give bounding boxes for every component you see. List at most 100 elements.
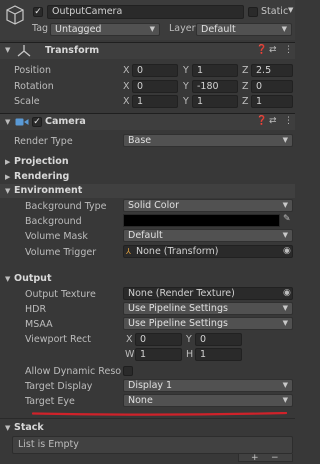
foldout-arrow-icon[interactable]: ▼ bbox=[5, 275, 10, 283]
rotation-label: Rotation bbox=[14, 81, 54, 92]
allow-dynamic-resolution-checkbox[interactable] bbox=[123, 366, 133, 376]
volume-mask-value: Default bbox=[128, 230, 163, 241]
viewport-x-label: X bbox=[126, 334, 133, 345]
position-y-field[interactable]: 1 bbox=[192, 64, 238, 77]
viewport-w-label: W bbox=[125, 349, 135, 360]
camera-enabled-checkbox[interactable]: ✓ bbox=[32, 117, 42, 127]
object-picker-icon[interactable]: ◉ bbox=[283, 288, 291, 298]
axis-y-label: Y bbox=[183, 81, 189, 92]
annotation-underline bbox=[31, 408, 288, 416]
stack-divider bbox=[0, 418, 295, 419]
position-z-field[interactable]: 2.5 bbox=[251, 64, 293, 77]
object-name-field[interactable]: OutputCamera bbox=[47, 5, 244, 19]
help-icon[interactable]: ❓ bbox=[256, 45, 267, 55]
output-foldout[interactable]: Output bbox=[14, 273, 52, 285]
viewport-y-field[interactable]: 0 bbox=[195, 333, 242, 346]
stack-footer bbox=[238, 454, 293, 462]
background-color-swatch[interactable] bbox=[123, 214, 280, 227]
msaa-dropdown[interactable]: Use Pipeline Settings ▼ bbox=[123, 317, 293, 330]
render-type-dropdown[interactable]: Base ▼ bbox=[123, 134, 293, 147]
stack-empty-text: List is Empty bbox=[18, 439, 79, 450]
object-picker-icon[interactable]: ◉ bbox=[283, 246, 291, 256]
hdr-dropdown[interactable]: Use Pipeline Settings ▼ bbox=[123, 302, 293, 315]
viewport-x-field[interactable]: 0 bbox=[135, 333, 182, 346]
volume-trigger-label: Volume Trigger bbox=[25, 247, 97, 258]
camera-title: Camera bbox=[45, 116, 86, 127]
chevron-down-icon: ▼ bbox=[282, 231, 288, 239]
layer-label: Layer bbox=[169, 23, 196, 34]
presets-icon[interactable]: ⇄ bbox=[269, 45, 277, 55]
output-texture-field[interactable]: None (Render Texture) bbox=[123, 287, 293, 300]
msaa-value: Use Pipeline Settings bbox=[128, 318, 228, 329]
kebab-menu-icon[interactable]: ⋮ bbox=[284, 116, 293, 126]
hdr-value: Use Pipeline Settings bbox=[128, 303, 228, 314]
foldout-arrow-icon[interactable]: ▼ bbox=[5, 187, 10, 195]
chevron-down-icon: ▼ bbox=[149, 25, 155, 33]
chevron-down-icon: ▼ bbox=[282, 201, 288, 209]
chevron-right-icon[interactable]: ▶ bbox=[5, 158, 10, 166]
axis-y-label: Y bbox=[183, 65, 189, 76]
eyedropper-icon[interactable]: ✎ bbox=[283, 214, 291, 224]
cube-icon bbox=[4, 4, 26, 26]
axis-x-label: X bbox=[123, 96, 130, 107]
rendering-foldout[interactable]: Rendering bbox=[14, 171, 69, 183]
kebab-menu-icon[interactable]: ⋮ bbox=[284, 45, 293, 55]
layer-dropdown[interactable]: Default ▼ bbox=[196, 23, 292, 36]
tag-dropdown[interactable]: Untagged ▼ bbox=[50, 23, 160, 36]
axis-y-label: Y bbox=[183, 96, 189, 107]
viewport-h-label: H bbox=[186, 349, 194, 360]
target-display-label: Target Display bbox=[25, 381, 93, 392]
axis-z-label: Z bbox=[242, 96, 249, 107]
remove-item-button[interactable]: − bbox=[271, 452, 279, 464]
background-label: Background bbox=[25, 216, 82, 227]
axis-x-label: X bbox=[123, 65, 130, 76]
camera-icon bbox=[15, 117, 29, 127]
scale-z-field[interactable]: 1 bbox=[251, 95, 293, 108]
active-checkbox[interactable]: ✓ bbox=[33, 7, 43, 17]
scale-x-field[interactable]: 1 bbox=[132, 95, 178, 108]
chevron-right-icon[interactable]: ▶ bbox=[5, 173, 10, 181]
position-x-field[interactable]: 0 bbox=[132, 64, 178, 77]
volume-mask-dropdown[interactable]: Default ▼ bbox=[123, 229, 293, 242]
transform-axes-icon bbox=[17, 44, 31, 58]
foldout-arrow-icon[interactable]: ▼ bbox=[5, 46, 10, 54]
chevron-down-icon: ▼ bbox=[282, 304, 288, 312]
target-eye-value: None bbox=[128, 395, 153, 406]
transform-axes-icon: ⅄ bbox=[126, 247, 131, 256]
chevron-down-icon: ▼ bbox=[282, 396, 288, 404]
render-type-label: Render Type bbox=[14, 136, 73, 147]
target-display-dropdown[interactable]: Display 1 ▼ bbox=[123, 379, 293, 392]
output-texture-label: Output Texture bbox=[25, 289, 96, 300]
scale-label: Scale bbox=[14, 96, 40, 107]
chevron-down-icon: ▼ bbox=[282, 381, 288, 389]
presets-icon[interactable]: ⇄ bbox=[269, 116, 277, 126]
rotation-x-field[interactable]: 0 bbox=[132, 80, 178, 93]
tag-value: Untagged bbox=[55, 24, 102, 35]
viewport-h-field[interactable]: 1 bbox=[195, 348, 242, 361]
chevron-down-icon: ▼ bbox=[282, 319, 288, 327]
volume-mask-label: Volume Mask bbox=[25, 231, 88, 242]
environment-foldout[interactable]: Environment bbox=[14, 185, 82, 197]
layer-value: Default bbox=[201, 24, 236, 35]
help-icon[interactable]: ❓ bbox=[256, 116, 267, 126]
tag-label: Tag bbox=[32, 23, 49, 34]
projection-foldout[interactable]: Projection bbox=[14, 156, 69, 168]
background-type-dropdown[interactable]: Solid Color ▼ bbox=[123, 199, 293, 212]
target-display-value: Display 1 bbox=[128, 380, 173, 391]
static-dropdown-arrow[interactable]: ▼ bbox=[288, 6, 293, 14]
scale-y-field[interactable]: 1 bbox=[192, 95, 238, 108]
static-checkbox[interactable] bbox=[248, 7, 258, 17]
foldout-arrow-icon[interactable]: ▼ bbox=[5, 118, 10, 126]
chevron-down-icon: ▼ bbox=[282, 136, 288, 144]
rotation-z-field[interactable]: 0 bbox=[251, 80, 293, 93]
add-item-button[interactable]: + bbox=[251, 452, 259, 464]
foldout-arrow-icon[interactable]: ▼ bbox=[5, 424, 10, 432]
volume-trigger-field[interactable]: ⅄ None (Transform) bbox=[123, 245, 293, 258]
static-label: Static bbox=[261, 6, 289, 17]
stack-foldout[interactable]: Stack bbox=[14, 422, 44, 434]
rotation-y-field[interactable]: -180 bbox=[192, 80, 238, 93]
axis-z-label: Z bbox=[242, 81, 249, 92]
target-eye-dropdown[interactable]: None ▼ bbox=[123, 394, 293, 407]
volume-trigger-value: None (Transform) bbox=[136, 246, 219, 257]
viewport-w-field[interactable]: 1 bbox=[135, 348, 182, 361]
